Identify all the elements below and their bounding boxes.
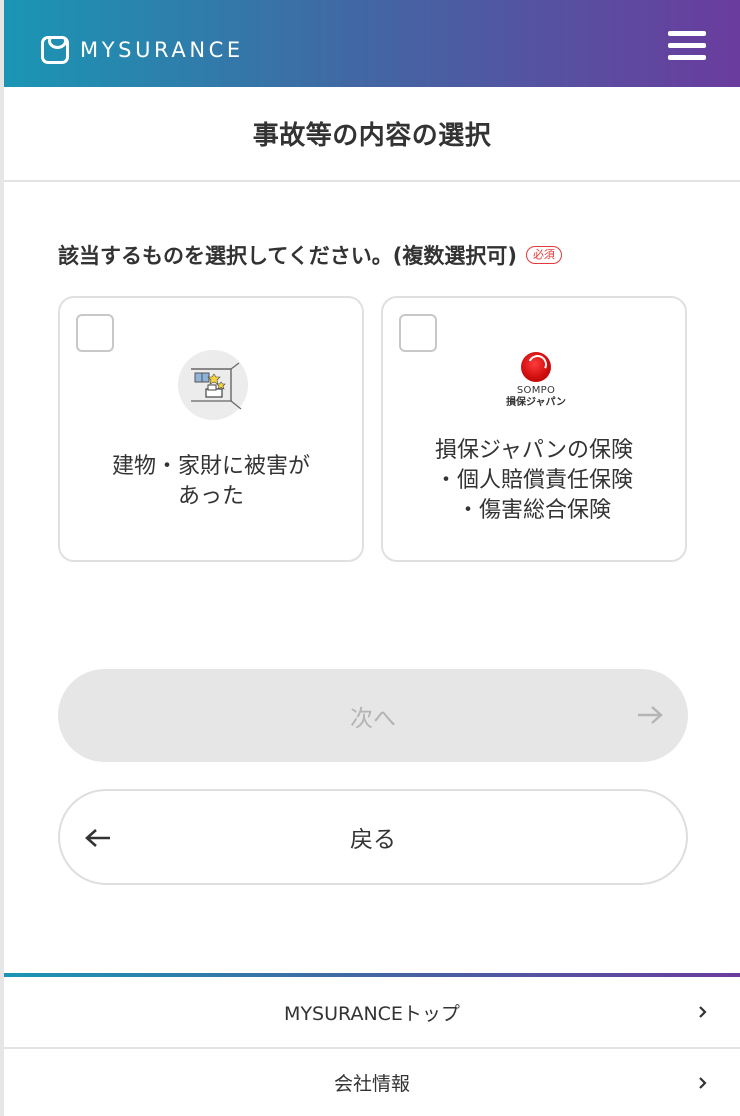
hamburger-menu-icon[interactable] bbox=[668, 31, 706, 61]
required-badge: 必須 bbox=[525, 246, 562, 264]
mysurance-logo-icon bbox=[41, 36, 69, 64]
footer-link-label: MYSURANCEトップ bbox=[284, 1002, 460, 1025]
footer-link-mysurance-top[interactable]: MYSURANCEトップ bbox=[4, 977, 740, 1049]
footer-link-label: 会社情報 bbox=[333, 1073, 410, 1095]
option-checkbox-sompo-insurance[interactable] bbox=[399, 314, 437, 352]
back-button-label: 戻る bbox=[350, 827, 396, 853]
app-header: MYSURANCE bbox=[4, 0, 740, 87]
next-button[interactable]: 次へ bbox=[58, 669, 688, 762]
title-bar: 事故等の内容の選択 bbox=[4, 87, 740, 182]
next-button-label: 次へ bbox=[350, 705, 396, 732]
back-button[interactable]: 戻る bbox=[58, 789, 688, 885]
chevron-right-icon bbox=[699, 1076, 707, 1089]
sompo-logo: SOMPO 損保ジャパン bbox=[501, 352, 571, 422]
option-label-building-damage: 建物・家財に被害が あった bbox=[111, 454, 310, 509]
logo-text: MYSURANCE bbox=[80, 38, 244, 62]
sompo-logo-line2: 損保ジャパン bbox=[506, 397, 566, 408]
footer-link-company-info[interactable]: 会社情報 bbox=[4, 1049, 740, 1116]
page-title: 事故等の内容の選択 bbox=[252, 121, 492, 151]
chevron-right-icon bbox=[699, 1006, 707, 1018]
option-card-building-damage[interactable]: 建物・家財に被害が あった bbox=[58, 296, 364, 562]
option-label-sompo-insurance: 損保ジャパンの保険 ・個人賠償責任保険 ・傷害総合保険 bbox=[434, 438, 633, 523]
arrow-right-icon bbox=[638, 706, 663, 724]
sompo-mark-icon bbox=[521, 352, 551, 382]
arrow-left-icon bbox=[85, 829, 110, 847]
house-damage-icon bbox=[178, 350, 248, 420]
option-checkbox-building-damage[interactable] bbox=[76, 314, 114, 352]
question-label: 該当するものを選択してください。(複数選択可) bbox=[58, 244, 517, 268]
option-card-sompo-insurance[interactable]: SOMPO 損保ジャパン 損保ジャパンの保険 ・個人賠償責任保険 ・傷害総合保険 bbox=[381, 296, 687, 562]
mysurance-logo[interactable]: MYSURANCE bbox=[41, 36, 244, 64]
sompo-logo-line1: SOMPO bbox=[516, 385, 556, 396]
question-heading: 該当するものを選択してください。(複数選択可) 必須 bbox=[58, 238, 562, 272]
